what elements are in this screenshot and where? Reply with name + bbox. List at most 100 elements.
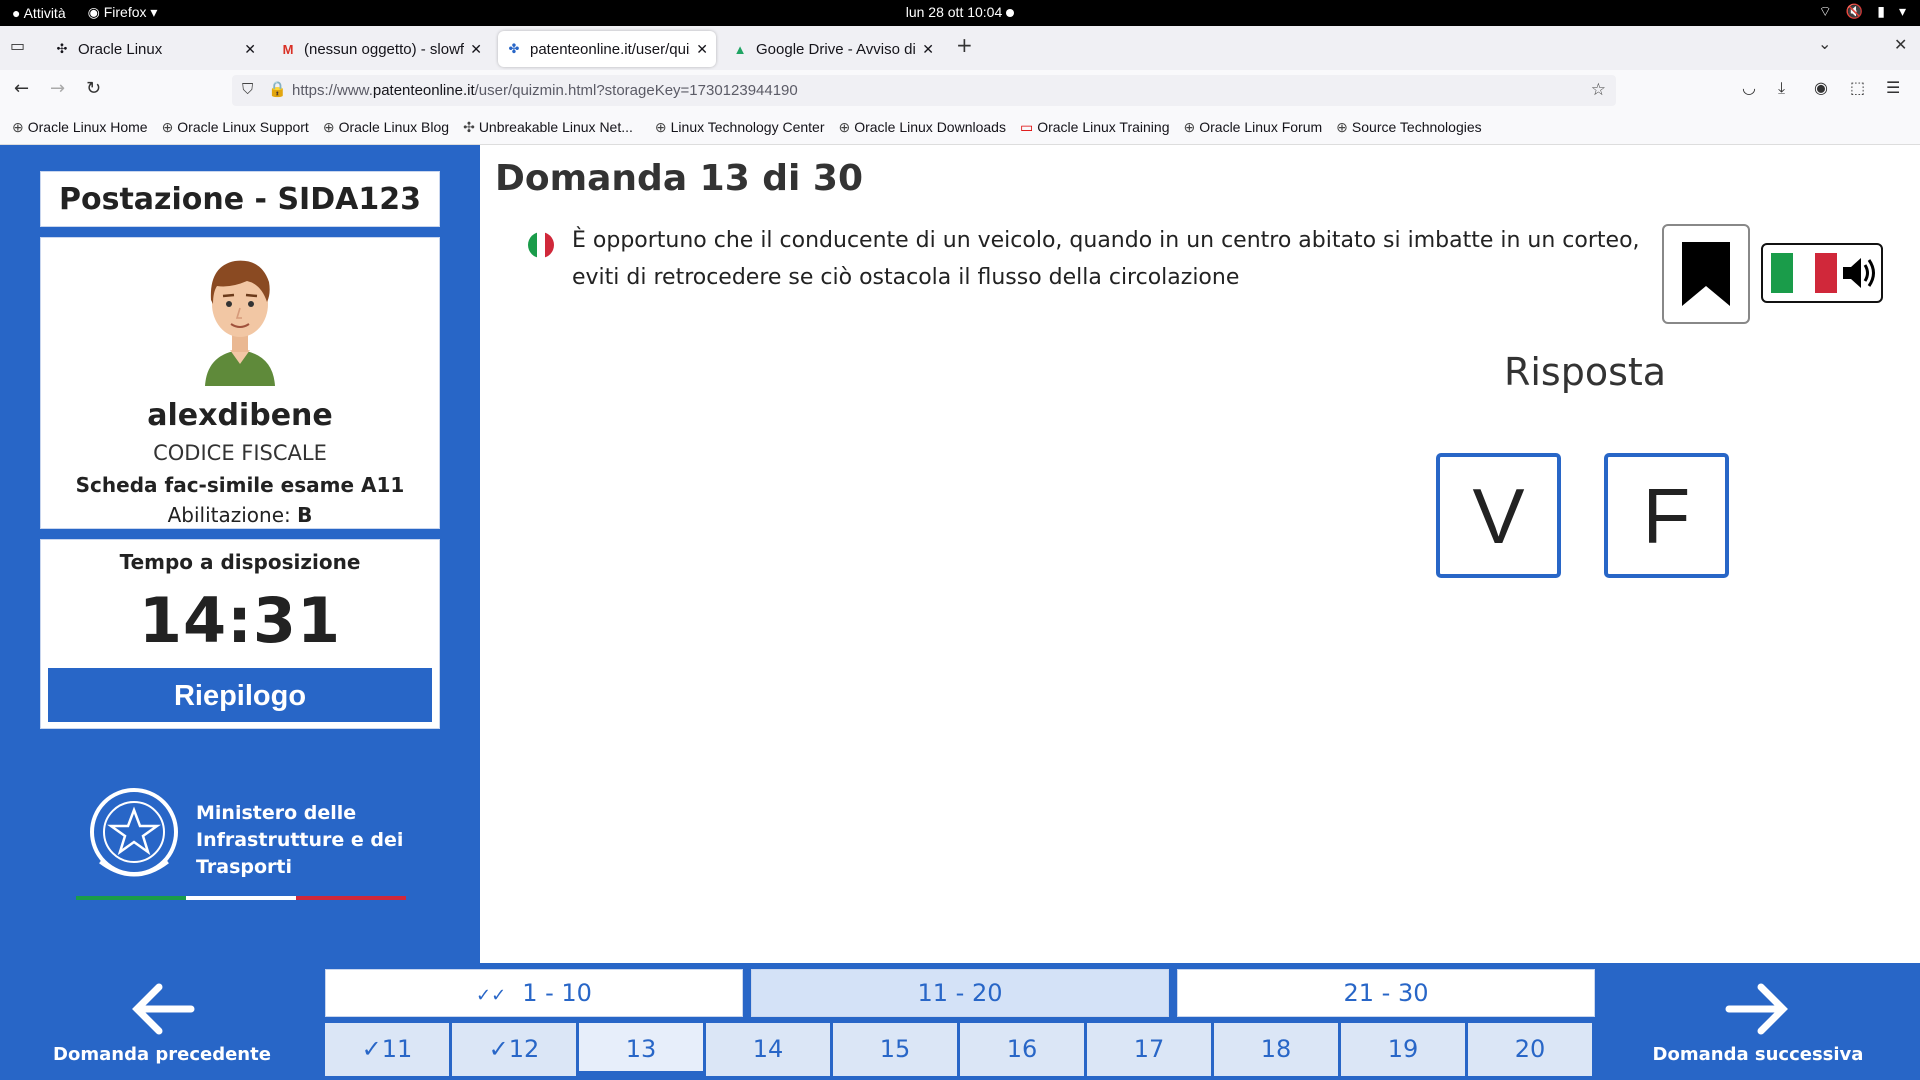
username: alexdibene [147, 398, 333, 433]
globe-icon: ⊕ [322, 118, 335, 135]
arrow-right-icon [1725, 983, 1788, 1035]
account-icon[interactable]: ◉ [1814, 78, 1828, 97]
chevron-down-icon[interactable]: ⌄ [1818, 34, 1831, 53]
volume-muted-icon[interactable]: 🔇 [1846, 3, 1863, 21]
bookmark-label: Oracle Linux Home [27, 118, 148, 135]
question-number: 20 [1514, 1035, 1546, 1063]
audio-question-button[interactable] [1761, 243, 1883, 303]
double-check-icon: ✓✓ [476, 985, 507, 1006]
globe-icon: ⊕ [12, 118, 24, 135]
gmail-icon: M [282, 41, 294, 57]
forward-icon[interactable]: → [50, 78, 65, 99]
bookmark-oracle-linux-home[interactable]: ⊕ Oracle Linux Home [12, 119, 148, 136]
license-category: Abilitazione: B [41, 503, 439, 527]
close-window-icon[interactable]: ✕ [1894, 35, 1907, 54]
bookmark-oracle-linux-forum[interactable]: ⊕ Oracle Linux Forum [1184, 119, 1323, 136]
license-value: B [297, 503, 313, 527]
range-21-30-tab[interactable]: 21 - 30 [1177, 969, 1595, 1017]
range-11-20-tab[interactable]: 11 - 20 [751, 969, 1169, 1017]
clock[interactable]: lun 28 ott 10:04 [0, 4, 1920, 20]
range-label: 21 - 30 [1343, 979, 1429, 1007]
bookmark-unbreakable-linux[interactable]: ✣ Unbreakable Linux Net... [463, 119, 633, 136]
url-bar[interactable]: ⛉ 🔒 https://www.patenteonline.it/user/qu… [232, 75, 1616, 106]
os-top-bar: ● Attività ◉ Firefox ▾ lun 28 ott 10:04 … [0, 0, 1920, 26]
tab-title: patenteonline.it/user/quiz [530, 40, 691, 58]
italian-flag-stripe [76, 896, 406, 900]
system-menu-icon[interactable]: ▾ [1899, 3, 1906, 21]
ministry-logo: Ministero delle Infrastrutture e dei Tra… [86, 780, 416, 900]
question-15-button[interactable]: 15 [833, 1023, 957, 1076]
close-tab-icon[interactable]: ✕ [696, 41, 708, 58]
answer-false-button[interactable]: F [1604, 453, 1729, 578]
question-19-button[interactable]: 19 [1341, 1023, 1465, 1076]
italian-flag-icon [528, 232, 554, 258]
close-tab-icon[interactable]: ✕ [922, 41, 934, 58]
bookmark-label: Oracle Linux Blog [338, 118, 450, 135]
timer-card: Tempo a disposizione 14:31 Riepilogo [40, 539, 440, 729]
question-11-button[interactable]: ✓11 [325, 1023, 449, 1076]
reload-icon[interactable]: ↻ [86, 78, 101, 99]
question-13-button[interactable]: 13 [579, 1023, 703, 1076]
star-icon[interactable]: ☆ [1591, 80, 1606, 100]
tab-oracle-linux[interactable]: ✣ Oracle Linux ✕ [46, 31, 264, 67]
bookmark-label: Oracle Linux Training [1037, 118, 1170, 135]
bookmark-source-technologies[interactable]: ⊕ Source Technologies [1336, 119, 1481, 136]
new-tab-icon[interactable]: + [956, 33, 973, 57]
extensions-icon[interactable]: ⬚ [1850, 78, 1865, 97]
wifi-icon[interactable]: ⌔ [1819, 3, 1832, 21]
download-icon[interactable]: ⤓ [1778, 78, 1785, 98]
question-number: 12 [508, 1035, 540, 1063]
station-title: Postazione - SIDA123 [40, 171, 440, 227]
question-title: Domanda 13 di 30 [495, 158, 864, 199]
question-number: 19 [1387, 1035, 1419, 1063]
exam-sheet-name: Scheda fac-simile esame A11 [75, 473, 405, 497]
clock-label: lun 28 ott 10:04 [905, 4, 1003, 20]
bookmark-oracle-linux-downloads[interactable]: ⊕ Oracle Linux Downloads [838, 119, 1005, 136]
lock-icon[interactable]: 🔒 [268, 80, 287, 98]
bookmark-oracle-linux-training[interactable]: ▭ Oracle Linux Training [1020, 119, 1170, 136]
question-number: 14 [752, 1035, 784, 1063]
shield-icon[interactable]: ⛉ [242, 81, 253, 98]
ministry-line: Trasporti [196, 856, 292, 878]
tab-patenteonline[interactable]: ✤ patenteonline.it/user/quiz ✕ [498, 31, 716, 67]
question-16-button[interactable]: 16 [960, 1023, 1084, 1076]
previous-question-button[interactable]: Domanda precedente [4, 967, 320, 1077]
question-18-button[interactable]: 18 [1214, 1023, 1338, 1076]
globe-icon: ⊕ [654, 118, 667, 135]
ministry-line: Ministero delle [196, 802, 357, 824]
bookmark-label: Linux Technology Center [670, 118, 825, 135]
close-tab-icon[interactable]: ✕ [470, 41, 482, 58]
url-text: https://www.patenteonline.it/user/quizmi… [292, 82, 798, 99]
range-1-10-tab[interactable]: ✓✓ 1 - 10 [325, 969, 743, 1017]
next-question-button[interactable]: Domanda successiva [1600, 967, 1916, 1077]
pocket-icon[interactable]: ◡ [1742, 78, 1756, 97]
ministry-name: Ministero delle Infrastrutture e dei Tra… [196, 800, 403, 881]
tab-google-drive[interactable]: ▲ Google Drive - Avviso di s ✕ [724, 31, 942, 67]
menu-icon[interactable]: ☰ [1886, 78, 1900, 97]
battery-icon[interactable]: ▮ [1877, 3, 1885, 21]
bookmark-label: Oracle Linux Forum [1199, 118, 1323, 135]
profile-card: alexdibene CODICE FISCALE Scheda fac-sim… [40, 237, 440, 529]
question-20-button[interactable]: 20 [1468, 1023, 1592, 1076]
bookmark-linux-technology-center[interactable]: ⊕ Linux Technology Center [655, 119, 825, 136]
question-number: 11 [381, 1035, 413, 1063]
globe-icon: ⊕ [1183, 118, 1196, 135]
url-domain: patenteonline.it [372, 82, 475, 99]
tab-list-icon[interactable]: ▭ [10, 36, 25, 55]
bookmark-oracle-linux-blog[interactable]: ⊕ Oracle Linux Blog [323, 119, 449, 136]
bookmark-oracle-linux-support[interactable]: ⊕ Oracle Linux Support [162, 119, 309, 136]
close-tab-icon[interactable]: ✕ [244, 41, 256, 58]
question-14-button[interactable]: 14 [706, 1023, 830, 1076]
back-icon[interactable]: ← [14, 78, 29, 99]
notification-dot [1006, 9, 1015, 18]
patente-icon: ✤ [508, 41, 520, 56]
codice-fiscale: CODICE FISCALE [153, 441, 327, 465]
question-17-button[interactable]: 17 [1087, 1023, 1211, 1076]
bookmark-label: Oracle Linux Support [177, 118, 309, 135]
question-12-button[interactable]: ✓12 [452, 1023, 576, 1076]
answer-true-button[interactable]: V [1436, 453, 1561, 578]
summary-button[interactable]: Riepilogo [48, 668, 432, 722]
bookmark-question-button[interactable] [1662, 224, 1750, 324]
globe-icon: ⊕ [838, 118, 851, 135]
tab-gmail[interactable]: M (nessun oggetto) - slowfe ✕ [272, 31, 490, 67]
